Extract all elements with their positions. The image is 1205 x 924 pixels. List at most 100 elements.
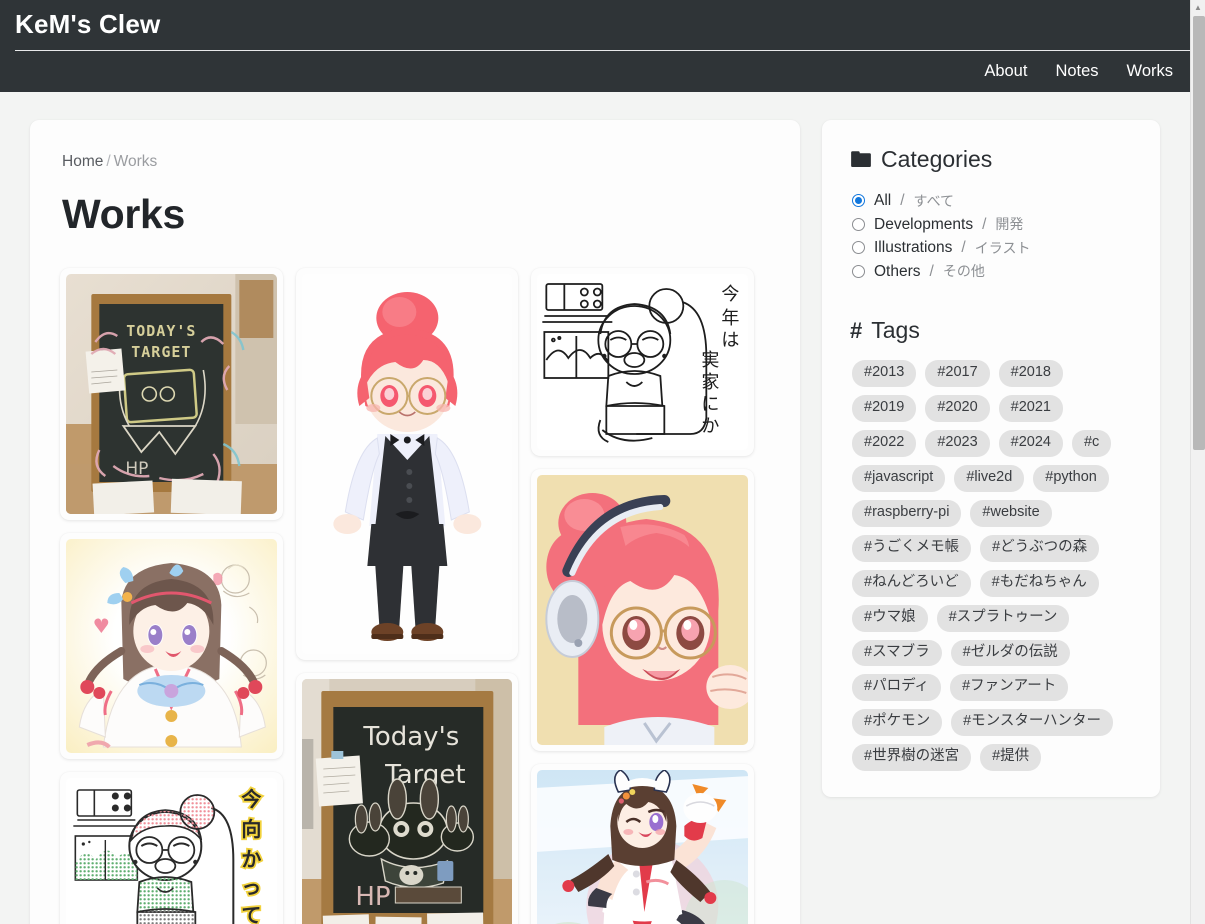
- site-title[interactable]: KeM's Clew: [15, 11, 160, 41]
- tag-list: #2013 #2017 #2018 #2019 #2020 #2021 #202…: [852, 360, 1134, 772]
- tag-2017[interactable]: #2017: [925, 360, 990, 387]
- tag-teikyou[interactable]: #提供: [980, 744, 1042, 772]
- manga-screentone-graphic: 今 向 か っ て ま: [66, 778, 277, 924]
- category-option-developments[interactable]: Developments / 開発: [852, 213, 1134, 237]
- nav-item-about[interactable]: About: [984, 63, 1027, 80]
- browser-viewport: KeM's Clew About Notes Works Home / Works …: [0, 0, 1190, 924]
- work-card-umamusume-racer-girl[interactable]: [531, 764, 754, 924]
- category-label-illustrations-ja: イラスト: [974, 239, 1031, 256]
- tag-2013[interactable]: #2013: [852, 360, 917, 387]
- tag-website[interactable]: #website: [970, 499, 1052, 527]
- tag-splatoon[interactable]: #スプラトゥーン: [936, 604, 1070, 632]
- svg-text:っ: っ: [241, 875, 261, 899]
- category-sep-others: /: [929, 262, 934, 280]
- categories-heading: 🖿 Categories: [850, 146, 1134, 173]
- tag-smash-bros[interactable]: #スマブラ: [852, 639, 942, 667]
- breadcrumb: Home / Works: [62, 153, 770, 171]
- category-label-all-en: All: [874, 192, 892, 209]
- work-thumbnail-miko-girl: [66, 539, 277, 753]
- category-label-developments-en: Developments: [874, 215, 974, 233]
- svg-text:Today's: Today's: [362, 722, 459, 752]
- work-card-manga-going-home-this-year[interactable]: 今 年 は 実 家 に か: [531, 268, 754, 456]
- tag-2021[interactable]: #2021: [998, 394, 1063, 422]
- tag-2019[interactable]: #2019: [852, 394, 917, 422]
- umamusume-graphic: [537, 770, 748, 924]
- svg-text:か: か: [241, 847, 261, 871]
- work-card-manga-now-heading-over[interactable]: 今 向 か っ て ま: [60, 772, 283, 924]
- category-sep-illustrations: /: [961, 239, 966, 256]
- radio-indicator-developments[interactable]: [852, 217, 865, 231]
- work-card-pink-hair-headphones-girl[interactable]: [531, 469, 754, 751]
- brand-row: KeM's Clew: [0, 0, 1190, 51]
- svg-text:は: は: [722, 330, 740, 351]
- breadcrumb-home[interactable]: Home: [62, 153, 103, 170]
- tag-python[interactable]: #python: [1033, 464, 1109, 492]
- scrollbar-up-arrow[interactable]: ▲: [1191, 0, 1205, 15]
- tag-monster-hunter[interactable]: #モンスターハンター: [951, 709, 1114, 737]
- category-option-illustrations[interactable]: Illustrations / イラスト: [852, 236, 1134, 260]
- tag-ugoku-memo[interactable]: #うごくメモ帳: [852, 534, 972, 562]
- svg-text:今: 今: [241, 787, 262, 811]
- work-thumbnail-headphones-girl: [537, 475, 748, 745]
- scrollbar-up-arrow-glyph: ▲: [1194, 2, 1202, 12]
- categories-heading-label: Categories: [881, 146, 993, 172]
- folder-icon: 🖿: [850, 146, 873, 172]
- tag-pokemon[interactable]: #ポケモン: [852, 709, 943, 737]
- manga-lineart-graphic: 今 年 は 実 家 に か: [537, 274, 748, 450]
- nav-item-works[interactable]: Works: [1127, 63, 1173, 80]
- main-navigation: About Notes Works: [0, 51, 1190, 92]
- tag-c[interactable]: #c: [1071, 429, 1112, 457]
- tag-raspberry-pi[interactable]: #raspberry-pi: [852, 499, 962, 527]
- work-thumbnail-manga-lineart: 今 年 は 実 家 に か: [537, 274, 748, 450]
- tag-live2d[interactable]: #live2d: [954, 464, 1025, 492]
- category-option-all[interactable]: All / すべて: [852, 189, 1134, 213]
- work-card-miko-girl-sketch[interactable]: [60, 533, 283, 759]
- category-radio-group: All / すべて Developments / 開発 Illustration…: [852, 189, 1134, 283]
- chalkboard-bunny-graphic: Today's Target HP: [301, 679, 513, 924]
- tag-etrian-odyssey[interactable]: #世界樹の迷宮: [852, 744, 972, 772]
- header-divider: [15, 50, 1190, 51]
- category-option-others[interactable]: Others / その他: [852, 260, 1134, 284]
- radio-indicator-illustrations[interactable]: [852, 241, 865, 255]
- works-gallery: TODAY'S TARGET HP 今 向 か っ て Today's Targ…: [60, 268, 754, 924]
- svg-text:に: に: [702, 394, 720, 415]
- tags-heading: # Tags: [850, 317, 1134, 344]
- work-thumbnail-chalkboard-bunny: Today's Target HP: [301, 679, 513, 924]
- svg-text:家: 家: [702, 372, 720, 393]
- work-thumbnail-chalkboard-photo: TODAY'S TARGET HP: [66, 274, 277, 514]
- tags-heading-label: Tags: [871, 317, 920, 343]
- tag-2020[interactable]: #2020: [925, 394, 990, 422]
- category-label-others-en: Others: [874, 262, 921, 280]
- tag-zelda[interactable]: #ゼルダの伝説: [950, 639, 1070, 667]
- site-header: KeM's Clew About Notes Works: [0, 0, 1190, 92]
- svg-text:か: か: [702, 416, 720, 437]
- radio-indicator-others[interactable]: [852, 264, 865, 278]
- svg-text:TARGET: TARGET: [131, 343, 191, 361]
- tag-2018[interactable]: #2018: [998, 360, 1063, 387]
- breadcrumb-current: Works: [113, 153, 158, 170]
- scrollbar-thumb[interactable]: [1193, 16, 1205, 450]
- tag-uma-musume[interactable]: #ウマ娘: [852, 604, 928, 632]
- tag-parody[interactable]: #パロディ: [852, 674, 942, 702]
- tag-2022[interactable]: #2022: [852, 429, 917, 457]
- tag-javascript[interactable]: #javascript: [852, 464, 946, 492]
- radio-indicator-all[interactable]: [852, 194, 865, 208]
- category-sep-all: /: [900, 192, 905, 209]
- page-title: Works: [62, 191, 186, 237]
- tag-2024[interactable]: #2024: [998, 429, 1063, 457]
- work-card-chalkboard-todays-target-photo[interactable]: TODAY'S TARGET HP: [60, 268, 283, 520]
- tag-modane-chan[interactable]: #もだねちゃん: [979, 569, 1099, 597]
- tag-fanart[interactable]: #ファンアート: [950, 674, 1069, 702]
- nav-item-notes[interactable]: Notes: [1055, 63, 1098, 80]
- svg-text:HP: HP: [355, 882, 390, 912]
- tag-nendoroid[interactable]: #ねんどろいど: [852, 569, 971, 597]
- work-card-chalkboard-todays-target-bunny[interactable]: Today's Target HP: [295, 673, 519, 924]
- work-card-chibi-suit-character[interactable]: [295, 268, 519, 660]
- category-label-developments-ja: 開発: [995, 216, 1024, 233]
- tag-2023[interactable]: #2023: [925, 429, 990, 457]
- category-label-all-ja: すべて: [913, 192, 955, 209]
- category-sep-developments: /: [982, 215, 987, 233]
- breadcrumb-separator: /: [106, 153, 111, 170]
- tag-doubutsu-no-mori[interactable]: #どうぶつの森: [980, 534, 1100, 562]
- page-scrollbar[interactable]: ▲: [1190, 0, 1205, 924]
